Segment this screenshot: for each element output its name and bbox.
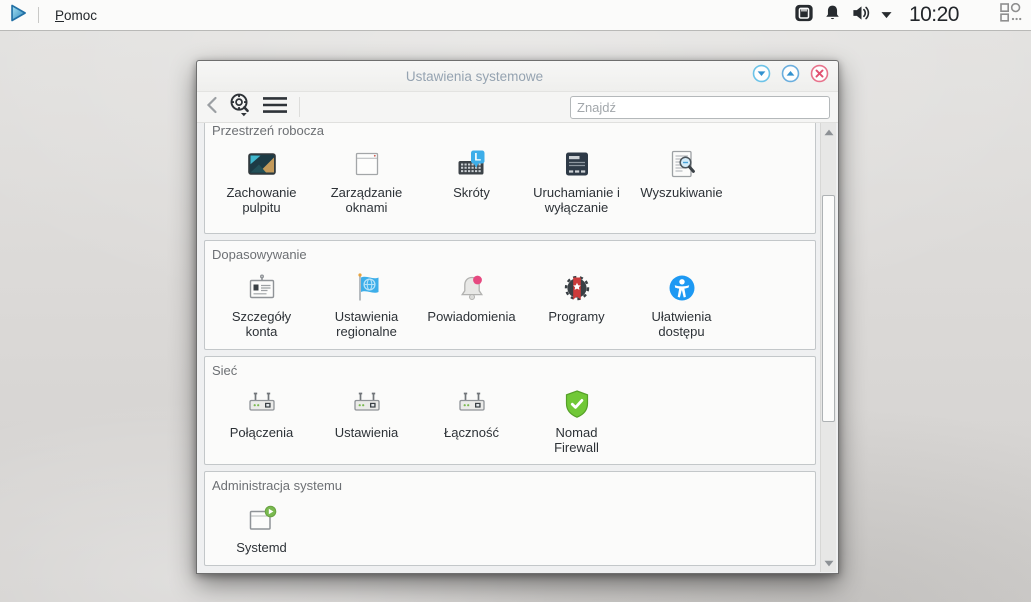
section-header: Dopasowywanie xyxy=(212,247,307,262)
hamburger-menu-button[interactable] xyxy=(262,96,288,119)
caret-down-icon[interactable] xyxy=(881,6,892,24)
section-header: Administracja systemu xyxy=(212,478,343,494)
svg-text:L: L xyxy=(474,152,481,164)
toolbar xyxy=(197,92,838,123)
app-launcher-button[interactable] xyxy=(7,2,29,29)
section-1: Przestrzeń robocza Zachowanie pulpitu Zarz… xyxy=(204,123,816,234)
module-item[interactable]: Ustawienia regionalne xyxy=(314,272,419,340)
panel-separator xyxy=(38,7,39,23)
category-list: Przestrzeń robocza Zachowanie pulpitu Zarz… xyxy=(204,123,816,573)
back-icon xyxy=(205,96,218,119)
toolbar-separator xyxy=(299,97,300,117)
applications-icon xyxy=(561,272,593,304)
module-label: Szczegóły konta xyxy=(231,309,292,340)
module-label: Zarządzanie oknami xyxy=(330,185,403,216)
all-settings-button[interactable] xyxy=(227,91,253,123)
settings-content: Przestrzeń robocza Zachowanie pulpitu Zarz… xyxy=(197,123,838,573)
section-items: Zachowanie pulpitu Zarządzanie oknami L Skr… xyxy=(205,141,815,225)
volume-icon[interactable] xyxy=(851,3,872,28)
minimize-icon xyxy=(752,64,771,88)
module-item[interactable]: Ułatwienia dostępu xyxy=(629,272,734,340)
module-label: Połączenia xyxy=(229,424,294,440)
system-tray: 10:20 xyxy=(794,2,1031,28)
scrollbar-thumb[interactable] xyxy=(822,195,835,422)
module-item[interactable]: Systemd xyxy=(209,503,314,555)
shortcuts-icon: L xyxy=(456,148,488,180)
section-3: Sieć Połączenia Ustawienia Łączność Nomad Fi… xyxy=(204,355,816,466)
module-item[interactable]: Połączenia xyxy=(209,388,314,456)
regional-settings-icon xyxy=(351,272,383,304)
module-item[interactable]: Łączność xyxy=(419,388,524,456)
overview-icon xyxy=(227,91,253,123)
module-item[interactable]: L Skróty xyxy=(419,148,524,216)
module-label: Wyszukiwanie xyxy=(640,185,723,200)
notifications-icon[interactable] xyxy=(823,3,842,28)
notifications-module-icon xyxy=(456,272,488,304)
widgets-icon[interactable] xyxy=(1000,2,1023,27)
close-button[interactable] xyxy=(810,64,829,88)
module-item[interactable]: Programy xyxy=(524,272,629,340)
scroll-down-icon[interactable] xyxy=(821,556,836,570)
module-label: Uruchamianie i wyłączanie xyxy=(533,185,620,216)
module-label: Powiadomienia xyxy=(427,309,516,324)
section-header: Sieć xyxy=(212,362,238,378)
back-button[interactable] xyxy=(205,96,218,119)
module-label: Programy xyxy=(548,309,605,324)
module-label: Ustawienia regionalne xyxy=(334,309,399,340)
close-icon xyxy=(810,64,829,88)
scroll-up-icon[interactable] xyxy=(821,125,836,139)
window-title: Ustawienia systemowe xyxy=(405,68,544,84)
module-item[interactable]: Zachowanie pulpitu xyxy=(209,148,314,216)
system-settings-window: Ustawienia systemowe Przestrzeń robocza Z… xyxy=(196,60,839,574)
section-items: Szczegóły konta Ustawienia regionalne Powi… xyxy=(205,265,815,349)
module-label: Nomad Firewall xyxy=(554,424,599,455)
module-item[interactable]: Zarządzanie oknami xyxy=(314,148,419,216)
module-item[interactable]: Uruchamianie i wyłączanie xyxy=(524,148,629,216)
titlebar[interactable]: Ustawienia systemowe xyxy=(197,61,838,92)
module-item[interactable]: Nomad Firewall xyxy=(524,388,629,456)
section-4: Administracja systemu Systemd xyxy=(204,471,816,566)
account-details-icon xyxy=(246,272,278,304)
launcher-icon xyxy=(7,2,29,29)
media-player-icon[interactable] xyxy=(794,3,814,28)
clock[interactable]: 10:20 xyxy=(909,3,960,27)
module-label: Systemd xyxy=(236,540,287,556)
systemd-icon xyxy=(246,503,278,535)
menu-icon xyxy=(262,96,288,119)
startup-shutdown-icon xyxy=(561,148,593,180)
search-input[interactable] xyxy=(570,95,830,119)
menu-item-help[interactable]: Pomoc xyxy=(49,4,103,27)
titlebar-buttons xyxy=(752,64,838,88)
router-icon xyxy=(351,388,383,420)
section-items: Systemd xyxy=(205,496,815,564)
accessibility-icon xyxy=(666,272,698,304)
top-panel: Pomoc 10:20 xyxy=(0,0,1031,31)
module-item[interactable]: Szczegóły konta xyxy=(209,272,314,340)
module-label: Łączność xyxy=(444,424,499,440)
router-icon xyxy=(456,388,488,420)
module-item[interactable]: Ustawienia xyxy=(314,388,419,456)
desktop-behavior-icon xyxy=(246,148,278,180)
menu-help-rest: omoc xyxy=(64,7,98,23)
minimize-button[interactable] xyxy=(752,64,771,88)
module-label: Skróty xyxy=(453,185,490,200)
window-management-icon xyxy=(351,148,383,180)
search-doc-icon xyxy=(666,148,698,180)
module-item[interactable]: Wyszukiwanie xyxy=(629,148,734,216)
section-header: Przestrzeń robocza xyxy=(212,123,324,138)
router-icon xyxy=(246,388,278,420)
maximize-button[interactable] xyxy=(781,64,800,88)
firewall-icon xyxy=(561,388,593,420)
scrollbar[interactable] xyxy=(820,123,836,572)
section-items: Połączenia Ustawienia Łączność Nomad Firewa… xyxy=(205,381,815,465)
module-item[interactable]: Powiadomienia xyxy=(419,272,524,340)
module-label: Zachowanie pulpitu xyxy=(226,185,297,216)
section-2: Dopasowywanie Szczegóły konta Ustawienia r… xyxy=(204,240,816,350)
menu-help-accel: P xyxy=(55,7,65,23)
maximize-icon xyxy=(781,64,800,88)
module-label: Ustawienia xyxy=(334,424,399,440)
module-label: Ułatwienia dostępu xyxy=(651,309,712,340)
